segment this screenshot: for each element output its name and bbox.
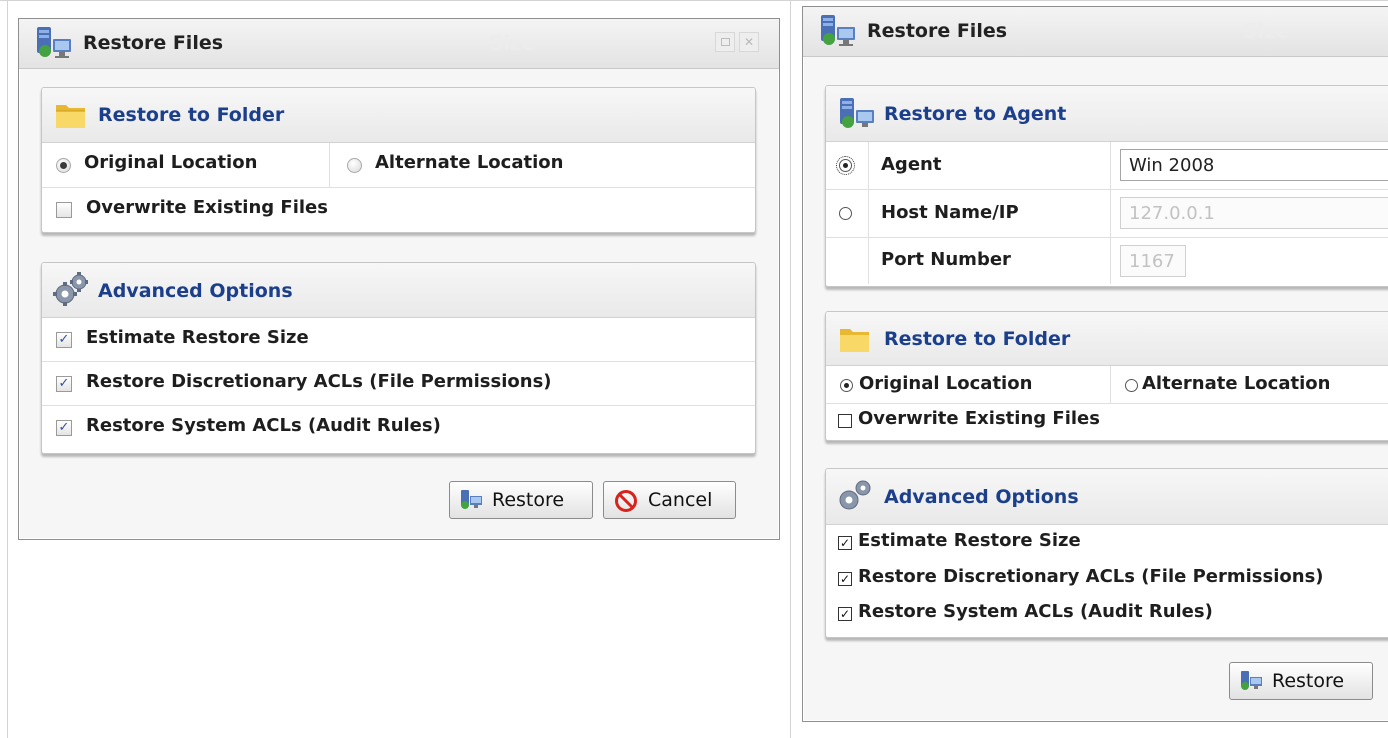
advanced-options-title: Advanced Options [98,280,293,302]
port-input[interactable] [1120,245,1186,277]
ghost-column-header: Size [489,31,536,55]
restore-button-label: Restore [492,489,565,511]
cancel-icon [614,489,638,518]
advanced-option-row[interactable]: ✓ Estimate Restore Size [42,318,755,362]
agent-radio[interactable] [836,156,855,175]
advanced-options-panel: Advanced Options ✓ Estimate Restore Size… [825,468,1388,638]
cell-divider [1110,238,1111,284]
frame-line-top [0,0,1388,1]
estimate-size-checkbox[interactable]: ✓ [838,536,852,550]
restore-button-label: Restore [1272,670,1345,692]
cell-divider [1110,142,1111,189]
alternate-location-label: Alternate Location [375,152,564,173]
restore-to-folder-header: Restore to Folder [826,312,1388,366]
original-location-radio[interactable] [840,379,853,392]
port-row: Port Number [826,238,1388,284]
cell-divider [868,142,869,189]
advanced-options-panel: Advanced Options ✓ Estimate Restore Size… [41,262,756,454]
host-radio[interactable] [839,207,852,220]
cell-divider [868,238,869,284]
restore-icon [460,489,484,516]
original-location-label: Original Location [859,373,1033,394]
location-row: Original Location Alternate Location [826,366,1388,404]
dialog-title-bar[interactable]: Restore Files Size [803,7,1388,57]
restore-agent-icon [35,25,75,81]
advanced-option-label: Restore System ACLs (Audit Rules) [86,415,441,436]
alternate-location-label: Alternate Location [1142,373,1331,394]
system-acls-checkbox[interactable]: ✓ [56,420,72,436]
alternate-location-radio[interactable] [1125,379,1138,392]
overwrite-row[interactable]: Overwrite Existing Files [826,404,1388,440]
alternate-location-option[interactable]: Alternate Location [1111,366,1388,404]
original-location-radio[interactable] [56,158,71,173]
alternate-location-option[interactable]: Alternate Location [330,143,750,188]
location-row: Original Location Alternate Location [42,143,755,188]
restore-to-folder-title: Restore to Folder [98,104,285,126]
restore-to-folder-title: Restore to Folder [884,328,1071,350]
restore-to-agent-header: Restore to Agent [826,86,1388,142]
original-location-option[interactable]: Original Location [42,143,329,188]
overwrite-checkbox[interactable] [56,202,72,218]
restore-button[interactable]: Restore [449,481,593,519]
cancel-button-label: Cancel [648,489,713,511]
cell-divider [1110,190,1111,237]
restore-files-dialog-left: Restore Files Size ✕ Restore to Folder O… [18,18,780,540]
original-location-label: Original Location [84,152,258,173]
close-button[interactable]: ✕ [739,32,759,52]
estimate-size-checkbox[interactable]: ✓ [56,332,72,348]
maximize-icon [720,38,730,46]
port-label: Port Number [881,249,1011,270]
agent-row: Agent [826,142,1388,190]
restore-to-agent-panel: Restore to Agent Agent Host Name/IP Port… [825,85,1388,287]
cancel-button[interactable]: Cancel [603,481,736,519]
advanced-option-label: Restore Discretionary ACLs (File Permiss… [858,566,1324,587]
restore-to-folder-header: Restore to Folder [42,88,755,143]
overwrite-checkbox[interactable] [838,414,852,428]
restore-to-folder-panel: Restore to Folder Original Location Alte… [825,311,1388,441]
advanced-options-header: Advanced Options [826,469,1388,525]
advanced-option-label: Restore System ACLs (Audit Rules) [858,601,1213,622]
advanced-option-row[interactable]: ✓ Restore Discretionary ACLs (File Permi… [42,362,755,406]
frame-line-left [7,0,8,738]
restore-button[interactable]: Restore [1229,662,1373,700]
discretionary-acls-checkbox[interactable]: ✓ [56,376,72,392]
maximize-button[interactable] [715,32,735,52]
restore-files-dialog-right: Restore Files Size Restore to Agent Agen… [802,6,1388,722]
advanced-options-title: Advanced Options [884,486,1079,508]
advanced-option-label: Estimate Restore Size [858,530,1081,551]
host-label: Host Name/IP [881,202,1019,223]
system-acls-checkbox[interactable]: ✓ [838,607,852,621]
frame-line-middle [790,0,791,738]
restore-agent-icon [819,13,859,69]
host-input[interactable] [1120,197,1388,229]
advanced-options-header: Advanced Options [42,263,755,318]
advanced-option-row[interactable]: ✓ Restore Discretionary ACLs (File Permi… [826,562,1388,597]
agent-input[interactable] [1120,149,1388,181]
advanced-option-row[interactable]: ✓ Estimate Restore Size [826,525,1388,562]
advanced-option-label: Estimate Restore Size [86,327,309,348]
advanced-option-row[interactable]: ✓ Restore System ACLs (Audit Rules) [42,406,755,452]
cell-divider [868,190,869,237]
dialog-title: Restore Files [867,20,1008,42]
agent-label: Agent [881,154,942,175]
overwrite-row[interactable]: Overwrite Existing Files [42,188,755,232]
ghost-column-header: Size [1243,19,1290,43]
advanced-option-row[interactable]: ✓ Restore System ACLs (Audit Rules) [826,597,1388,633]
original-location-option[interactable]: Original Location [826,366,1110,404]
discretionary-acls-checkbox[interactable]: ✓ [838,572,852,586]
restore-icon [1240,670,1264,697]
dialog-title-bar[interactable]: Restore Files Size ✕ [19,19,779,69]
overwrite-label: Overwrite Existing Files [858,408,1100,429]
host-row: Host Name/IP [826,190,1388,238]
advanced-option-label: Restore Discretionary ACLs (File Permiss… [86,371,552,392]
restore-to-folder-panel: Restore to Folder Original Location Alte… [41,87,756,233]
dialog-title: Restore Files [83,32,224,54]
close-icon: ✕ [743,35,755,49]
restore-to-agent-title: Restore to Agent [884,103,1067,125]
alternate-location-radio[interactable] [347,158,362,173]
overwrite-label: Overwrite Existing Files [86,197,328,218]
